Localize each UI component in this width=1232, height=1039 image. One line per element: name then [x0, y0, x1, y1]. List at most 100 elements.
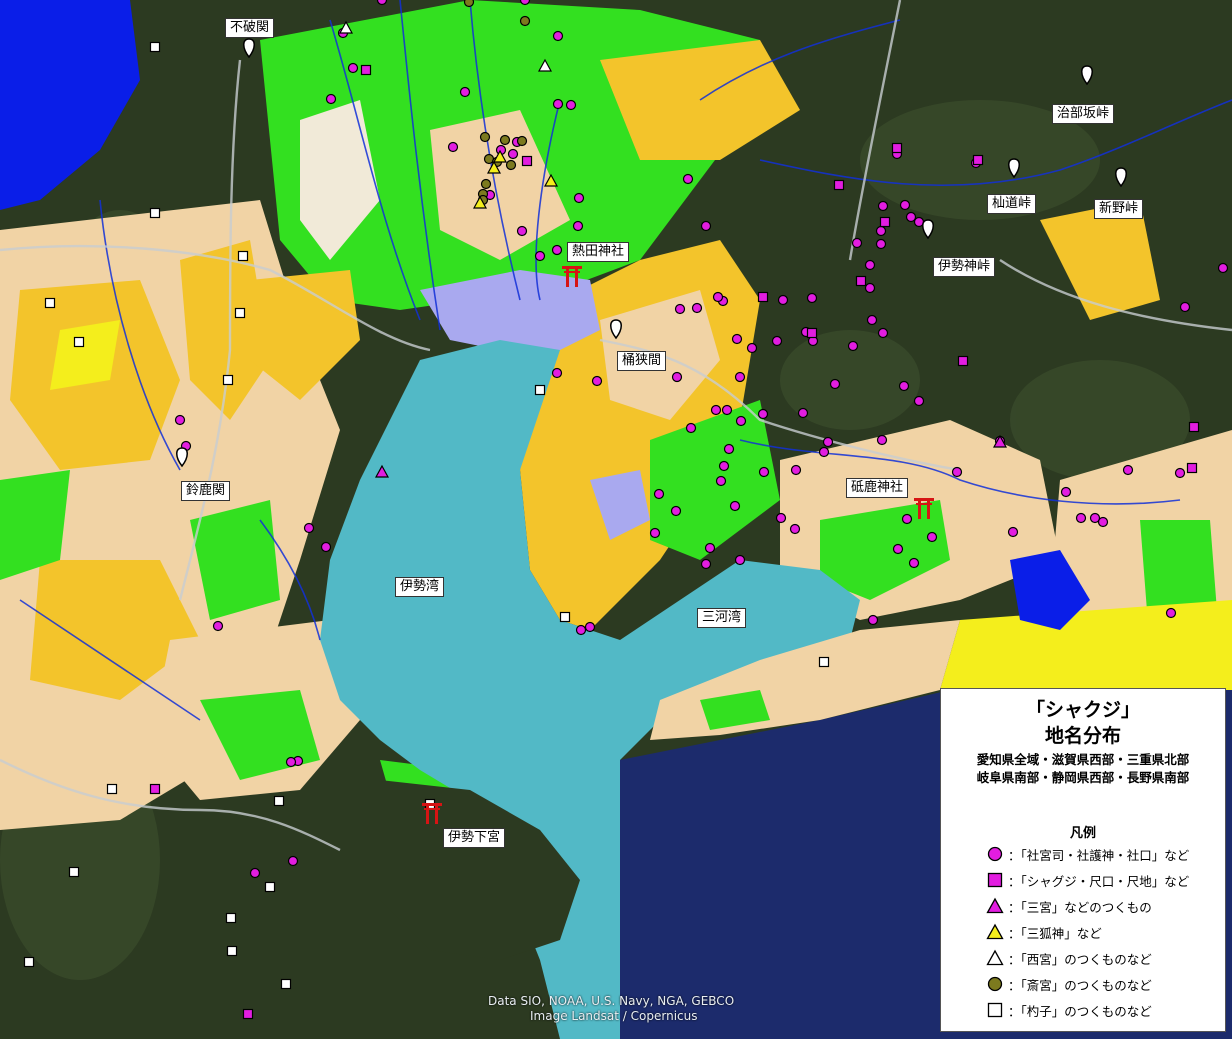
label-iseshimo: 伊勢下宮 [443, 828, 506, 848]
marker-circle-magenta [851, 237, 863, 249]
marker-circle-olive [519, 15, 531, 27]
marker-circle-magenta [573, 192, 585, 204]
marker-square-magenta [833, 179, 845, 191]
marker-square-white [106, 783, 118, 795]
marker-circle-magenta [303, 522, 315, 534]
label-isewan: 伊勢湾 [395, 577, 445, 597]
legend-item-label: ：「社宮司・社護神・社口」など [1008, 847, 1190, 863]
triangle-magenta-icon [986, 897, 1004, 914]
marker-circle-magenta [1165, 607, 1177, 619]
marker-circle-magenta [892, 543, 904, 555]
marker-circle-magenta [901, 513, 913, 525]
marker-circle-magenta [771, 335, 783, 347]
marker-circle-magenta [584, 621, 596, 633]
marker-square-magenta [1186, 462, 1198, 474]
legend-title-2: 地名分布 [1044, 725, 1121, 747]
marker-square-magenta [149, 783, 161, 795]
marker-square-white [149, 41, 161, 53]
marker-circle-magenta [758, 466, 770, 478]
marker-circle-magenta [818, 446, 830, 458]
marker-circle-magenta [866, 314, 878, 326]
marker-circle-magenta [913, 395, 925, 407]
square-white-icon [987, 1002, 1003, 1018]
marker-circle-magenta [731, 333, 743, 345]
marker-circle-magenta [1007, 526, 1019, 538]
marker-circle-magenta [864, 282, 876, 294]
marker-square-white [818, 656, 830, 668]
legend-item: ：「杓子」のつくものなど [985, 999, 1152, 1021]
marker-circle-magenta [775, 512, 787, 524]
marker-square-white [264, 881, 276, 893]
marker-circle-magenta [734, 554, 746, 566]
marker-square-white [44, 297, 56, 309]
marker-square-magenta [242, 1008, 254, 1020]
marker-circle-magenta [685, 422, 697, 434]
marker-circle-magenta [649, 527, 661, 539]
marker-circle-magenta [347, 62, 359, 74]
marker-square-white [73, 336, 85, 348]
marker-circle-magenta [447, 141, 459, 153]
marker-square-white [273, 795, 285, 807]
marker-square-white [225, 912, 237, 924]
marker-square-white [149, 207, 161, 219]
marker-square-magenta [855, 275, 867, 287]
marker-circle-magenta [1097, 516, 1109, 528]
marker-circle-magenta [1122, 464, 1134, 476]
legend-item: ：「三狐神」など [985, 921, 1102, 943]
marker-circle-magenta [1075, 512, 1087, 524]
marker-square-white [234, 307, 246, 319]
legend-heading: 凡例 [1069, 826, 1096, 841]
square-magenta-icon [987, 872, 1003, 888]
marker-circle-magenta [757, 408, 769, 420]
marker-circle-magenta [507, 148, 519, 160]
marker-circle-magenta [516, 225, 528, 237]
marker-square-white [534, 384, 546, 396]
marker-circle-magenta [320, 541, 332, 553]
attribution-image: Image Landsat / Copernicus [530, 1009, 698, 1023]
marker-circle-olive [480, 178, 492, 190]
marker-circle-magenta [790, 464, 802, 476]
label-mikawawan: 三河湾 [697, 608, 747, 628]
triangle-yellow-icon [986, 923, 1004, 940]
legend-subtitle-2: 岐阜県南部・静岡県西部・長野県南部 [976, 770, 1190, 785]
marker-circle-magenta [898, 380, 910, 392]
label-shinno: 新野峠 [1094, 199, 1144, 219]
marker-circle-magenta [1179, 301, 1191, 313]
marker-circle-magenta [777, 294, 789, 306]
marker-circle-olive [479, 131, 491, 143]
marker-circle-magenta [847, 340, 859, 352]
marker-square-white [23, 956, 35, 968]
marker-circle-magenta [551, 244, 563, 256]
marker-circle-magenta [926, 531, 938, 543]
marker-circle-magenta [721, 404, 733, 416]
marker-circle-magenta [876, 434, 888, 446]
legend-item-label: ：「杓子」のつくものなど [1008, 1003, 1152, 1019]
marker-square-magenta [757, 291, 769, 303]
marker-circle-magenta [565, 99, 577, 111]
label-atsuta: 熱田神社 [567, 242, 630, 262]
marker-square-magenta [957, 355, 969, 367]
marker-square-magenta [1188, 421, 1200, 433]
marker-square-white [68, 866, 80, 878]
marker-circle-olive [516, 135, 528, 147]
marker-circle-magenta [829, 378, 841, 390]
marker-circle-magenta [325, 93, 337, 105]
marker-circle-olive [463, 0, 475, 8]
legend-item-label: ：「シャグジ・尺口・尺地」など [1008, 873, 1190, 889]
marker-circle-magenta [951, 466, 963, 478]
marker-circle-magenta [718, 460, 730, 472]
legend-title-1: 「シャクジ」 [1025, 699, 1140, 721]
legend-item: ：「斎宮」のつくものなど [985, 973, 1152, 995]
marker-square-white [559, 611, 571, 623]
marker-circle-magenta [671, 371, 683, 383]
legend-item-label: ：「斎宮」のつくものなど [1008, 977, 1152, 993]
legend-item-label: ：「三宮」などのつくもの [1008, 899, 1152, 915]
marker-circle-magenta [746, 342, 758, 354]
marker-circle-magenta [519, 0, 531, 6]
marker-circle-magenta [551, 367, 563, 379]
triangle-white-icon [986, 949, 1004, 966]
marker-circle-magenta [877, 327, 889, 339]
legend-item: ：「社宮司・社護神・社口」など [985, 843, 1189, 865]
map-view[interactable]: 不破関 熱田神社 桶狭間 鈴鹿関 伊勢湾 三河湾 砥鹿神社 伊勢下宮 治部坂峠 … [0, 0, 1232, 1039]
marker-circle-magenta [729, 500, 741, 512]
